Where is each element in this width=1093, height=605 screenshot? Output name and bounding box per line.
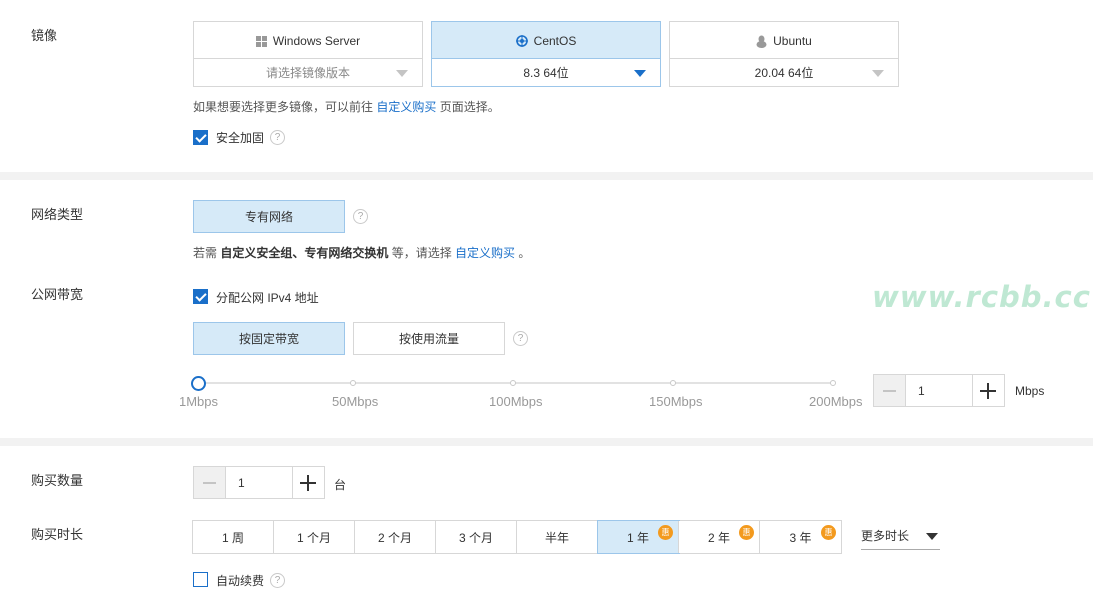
duration-option-label: 2 年 <box>707 530 730 545</box>
more-duration-dropdown[interactable]: 更多时长 <box>861 522 940 550</box>
duration-option-label: 2 个月 <box>377 530 412 545</box>
discount-badge-icon: 惠 <box>658 525 673 540</box>
duration-option-2-month[interactable]: 2 个月 <box>355 521 436 553</box>
slider-tick-label: 150Mbps <box>649 394 703 409</box>
version-placeholder: 请选择镜像版本 <box>265 66 350 80</box>
discount-badge-icon: 惠 <box>739 525 754 540</box>
image-hint-prefix: 如果想要选择更多镜像，可以前往 <box>193 100 377 114</box>
duration-option-1-year[interactable]: 1 年惠 <box>597 520 680 554</box>
image-hint: 如果想要选择更多镜像，可以前往 自定义购买 页面选择。 <box>193 98 500 115</box>
network-hint-prefix: 若需 <box>193 246 221 260</box>
discount-badge-icon: 惠 <box>821 525 836 540</box>
bandwidth-input[interactable]: 1 <box>905 375 973 406</box>
more-duration-label: 更多时长 <box>861 529 910 543</box>
os-card-windows[interactable]: Windows Server 请选择镜像版本 <box>193 21 423 87</box>
os-centos-tab[interactable]: CentOS <box>432 22 660 60</box>
assign-ip-checkbox[interactable] <box>193 289 208 304</box>
slider-tick-label: 50Mbps <box>332 394 379 409</box>
chevron-down-icon <box>926 533 938 540</box>
help-icon[interactable]: ? <box>270 573 285 588</box>
decrement-button[interactable] <box>874 375 905 406</box>
os-name-centos: CentOS <box>533 34 577 48</box>
version-select-centos[interactable]: 8.3 64位 <box>432 58 660 86</box>
duration-label: 购买时长 <box>31 527 84 542</box>
vpc-button[interactable]: 专有网络 <box>193 200 345 233</box>
duration-option-3-month[interactable]: 3 个月 <box>436 521 517 553</box>
security-checkbox[interactable] <box>193 130 208 145</box>
bandwidth-slider-track[interactable] <box>199 382 835 384</box>
centos-icon <box>515 35 528 47</box>
duration-option-3-year[interactable]: 3 年惠 <box>760 521 841 553</box>
bandwidth-label: 公网带宽 <box>31 287 84 302</box>
fixed-bandwidth-button[interactable]: 按固定带宽 <box>193 322 345 355</box>
quantity-stepper: 1 <box>193 466 325 499</box>
duration-options: 1 周 1 个月 2 个月 3 个月 半年 1 年惠 2 年惠 3 年惠 <box>192 520 842 554</box>
duration-option-label: 半年 <box>544 530 569 545</box>
assign-ip-label: 分配公网 IPv4 地址 <box>216 291 319 305</box>
windows-icon <box>255 35 267 47</box>
network-type-label: 网络类型 <box>31 207 84 222</box>
ubuntu-icon <box>756 35 767 48</box>
duration-option-label: 1 年 <box>626 530 649 545</box>
version-value-ubuntu: 20.04 64位 <box>754 66 814 80</box>
os-name-windows: Windows Server <box>272 34 361 48</box>
bandwidth-stepper: 1 <box>873 374 1005 407</box>
help-icon[interactable]: ? <box>353 209 368 224</box>
slider-tick-dot <box>510 380 516 386</box>
help-icon[interactable]: ? <box>270 130 285 145</box>
duration-option-half-year[interactable]: 半年 <box>517 521 598 553</box>
slider-tick-label: 1Mbps <box>179 394 219 409</box>
network-hint-suffix: 。 <box>515 246 531 260</box>
traffic-billing-button[interactable]: 按使用流量 <box>353 322 505 355</box>
duration-option-1-week[interactable]: 1 周 <box>193 521 274 553</box>
network-hint: 若需 自定义安全组、专有网络交换机 等，请选择 自定义购买 。 <box>193 244 530 261</box>
duration-option-2-year[interactable]: 2 年惠 <box>679 521 760 553</box>
help-icon[interactable]: ? <box>513 331 528 346</box>
slider-tick-dot <box>350 380 356 386</box>
version-select-windows[interactable]: 请选择镜像版本 <box>194 58 422 86</box>
watermark: www.rcbb.cc <box>872 280 1091 314</box>
quantity-label: 购买数量 <box>31 473 84 488</box>
slider-tick-label: 200Mbps <box>809 394 863 409</box>
quantity-input[interactable]: 1 <box>225 467 293 498</box>
custom-purchase-link[interactable]: 自定义购买 <box>376 100 436 114</box>
duration-option-1-month[interactable]: 1 个月 <box>274 521 355 553</box>
network-hint-mid: 等，请选择 <box>388 246 456 260</box>
version-value-centos: 8.3 64位 <box>523 66 569 80</box>
slider-tick-dot <box>830 380 836 386</box>
increment-button[interactable] <box>973 375 1004 406</box>
quantity-unit: 台 <box>334 478 347 492</box>
custom-purchase-link[interactable]: 自定义购买 <box>455 246 515 260</box>
os-ubuntu-tab[interactable]: Ubuntu <box>670 22 898 60</box>
os-card-ubuntu[interactable]: Ubuntu 20.04 64位 <box>669 21 899 87</box>
os-name-ubuntu: Ubuntu <box>773 34 812 48</box>
slider-handle[interactable] <box>191 376 206 391</box>
auto-renew-label: 自动续费 <box>216 574 265 588</box>
image-label: 镜像 <box>31 28 58 43</box>
duration-option-label: 3 年 <box>789 530 812 545</box>
duration-option-label: 3 个月 <box>458 530 493 545</box>
duration-option-label: 1 周 <box>221 530 244 545</box>
network-hint-bold: 自定义安全组、专有网络交换机 <box>220 246 389 260</box>
security-label: 安全加固 <box>216 131 265 145</box>
auto-renew-checkbox[interactable] <box>193 572 208 587</box>
chevron-down-icon <box>396 70 408 77</box>
chevron-down-icon <box>872 70 884 77</box>
slider-tick-label: 100Mbps <box>489 394 543 409</box>
bandwidth-unit: Mbps <box>1015 384 1045 398</box>
increment-button[interactable] <box>293 467 324 498</box>
os-windows-tab[interactable]: Windows Server <box>194 22 422 60</box>
duration-option-label: 1 个月 <box>296 530 331 545</box>
os-card-centos[interactable]: CentOS 8.3 64位 <box>431 21 661 87</box>
image-hint-suffix: 页面选择。 <box>436 100 500 114</box>
version-select-ubuntu[interactable]: 20.04 64位 <box>670 58 898 86</box>
slider-tick-dot <box>670 380 676 386</box>
decrement-button[interactable] <box>194 467 225 498</box>
chevron-down-icon <box>634 70 646 77</box>
